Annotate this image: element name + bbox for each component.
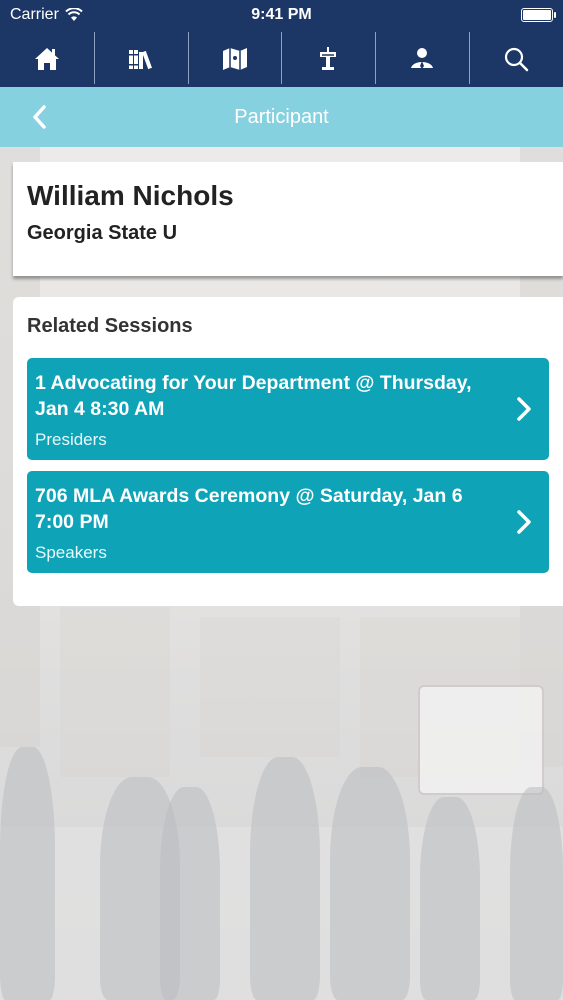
podium-icon [320,46,337,70]
nav-participants-button[interactable] [375,30,469,87]
chevron-right-icon [517,397,531,421]
back-button[interactable] [24,101,54,133]
participant-card: William Nichols Georgia State U [13,162,563,276]
page-title: Participant [234,105,329,128]
nav-books-button[interactable] [93,30,188,87]
wifi-icon [65,8,83,21]
top-nav [0,30,563,87]
person-icon [411,47,434,69]
search-icon [504,47,529,71]
session-title: 1 Advocating for Your Department @ Thurs… [35,372,472,420]
title-bar: Participant [0,87,563,147]
status-left: Carrier [10,6,83,24]
chevron-right-icon [517,510,531,534]
nav-map-button[interactable] [187,30,282,87]
nav-search-button[interactable] [469,30,563,87]
battery-icon [521,8,556,22]
status-bar: Carrier 9:41 PM [0,0,563,30]
status-time: 9:41 PM [251,6,312,23]
session-title: 706 MLA Awards Ceremony @ Saturday, Jan … [35,485,463,533]
map-icon [222,47,247,70]
books-icon [128,49,152,69]
home-icon [34,47,59,70]
nav-sessions-button[interactable] [281,30,375,87]
chevron-left-icon [33,105,46,129]
participant-organization: Georgia State U [27,222,178,244]
session-card[interactable]: 706 MLA Awards Ceremony @ Saturday, Jan … [27,471,549,573]
participant-name: William Nichols [27,180,234,211]
related-sessions-panel: Related Sessions 1 Advocating for Your D… [13,297,563,606]
carrier-label: Carrier [10,6,59,23]
nav-home-button[interactable] [0,30,94,87]
session-role: Speakers [35,543,107,562]
related-sessions-heading: Related Sessions [27,315,193,337]
session-card[interactable]: 1 Advocating for Your Department @ Thurs… [27,358,549,460]
session-role: Presiders [35,430,107,449]
